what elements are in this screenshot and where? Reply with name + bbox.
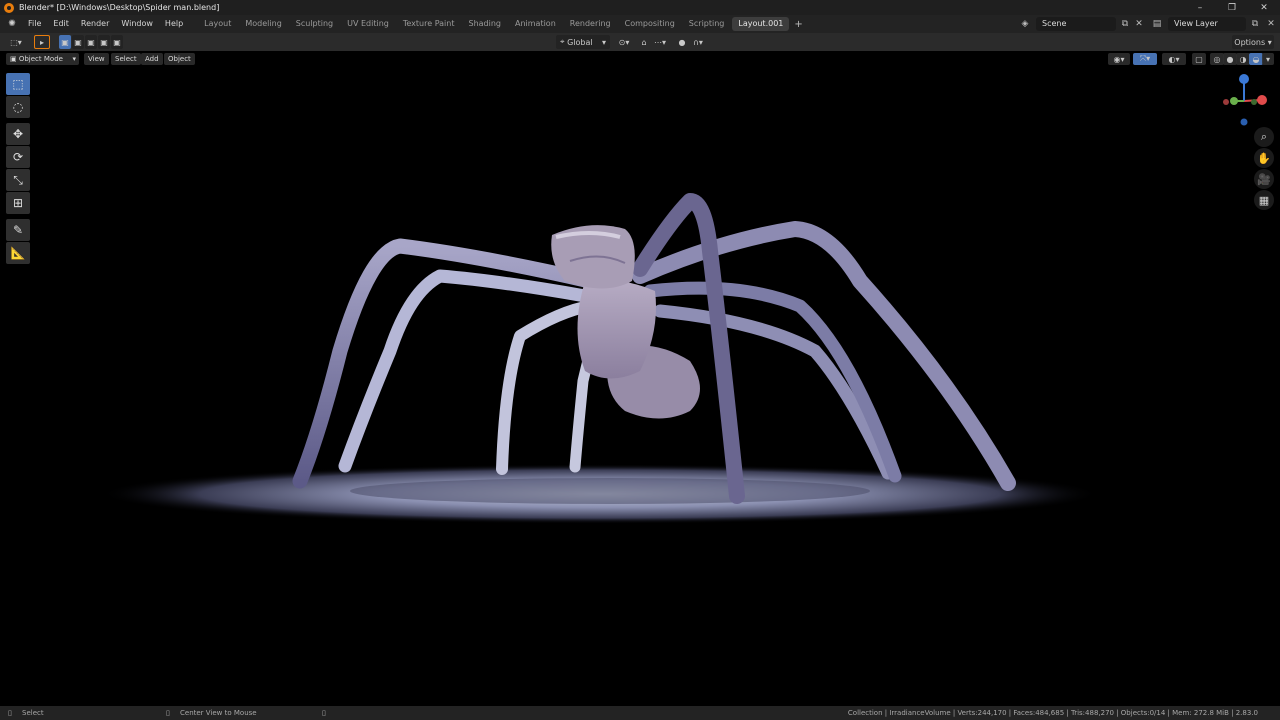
wireframe-shading-icon[interactable]: ◎ — [1210, 53, 1224, 65]
move-tool-icon[interactable]: ✥ — [6, 123, 30, 145]
status-left-action: Select — [22, 709, 44, 717]
select-box-tool-icon[interactable]: ⬚ — [6, 73, 30, 95]
select-invert-icon[interactable]: ▣ — [98, 35, 110, 49]
tab-layout-001[interactable]: Layout.001 — [732, 17, 790, 31]
status-bar: ▯ Select ▯ Center View to Mouse ▯ Collec… — [0, 706, 1280, 720]
transform-orientation-dropdown[interactable]: ⌖ Global ▾ — [556, 35, 610, 49]
options-dropdown[interactable]: Options ▾ — [1232, 35, 1274, 49]
tab-uv-editing[interactable]: UV Editing — [341, 17, 395, 31]
delete-scene-icon[interactable]: ✕ — [1132, 17, 1146, 31]
tab-scripting[interactable]: Scripting — [683, 17, 731, 31]
shading-options-icon[interactable]: ▾ — [1262, 53, 1274, 65]
mouse-right-icon: ▯ — [322, 709, 326, 717]
xray-toggle-icon[interactable]: ▢ — [1192, 53, 1206, 65]
tool-shelf: ⬚ ◌ ✥ ⟳ ⤡ ⊞ ✎ 📐 — [6, 73, 32, 265]
rendered-shading-icon[interactable]: ◒ — [1249, 53, 1263, 65]
menu-render[interactable]: Render — [75, 15, 115, 33]
editor-type-icon[interactable]: ⬚▾ — [6, 35, 26, 49]
spider-shadow — [350, 478, 870, 504]
top-bar: ✺ File Edit Render Window Help Layout Mo… — [0, 15, 1280, 33]
tab-texture-paint[interactable]: Texture Paint — [397, 17, 461, 31]
select-new-icon[interactable]: ▣ — [59, 35, 71, 49]
blender-logo-icon — [4, 2, 14, 13]
3d-viewport[interactable]: ▣ Object Mode ▾ View Select Add Object ◉▾… — [0, 51, 1280, 706]
x-axis-icon[interactable] — [1257, 95, 1267, 105]
y-axis-icon[interactable] — [1230, 97, 1238, 105]
minimize-button[interactable]: – — [1184, 0, 1216, 15]
mode-icon: ▣ — [10, 55, 19, 63]
measure-tool-icon[interactable]: 📐 — [6, 242, 30, 264]
chevron-down-icon: ▾ — [601, 37, 606, 47]
viewport-header: ▣ Object Mode ▾ View Select Add Object ◉▾… — [0, 51, 1280, 67]
gizmo-toggle-icon[interactable]: ⤧▾ — [1133, 53, 1157, 65]
cursor-tool-icon[interactable]: ◌ — [6, 96, 30, 118]
mouse-middle-icon: ▯ — [166, 709, 170, 717]
overlays-icon[interactable]: ◐▾ — [1162, 53, 1186, 65]
object-visibility-icon[interactable]: ◉▾ — [1108, 53, 1130, 65]
view-menu[interactable]: View — [84, 53, 109, 65]
add-workspace-button[interactable]: + — [790, 19, 806, 30]
select-intersect-icon[interactable]: ▣ — [111, 35, 123, 49]
tab-compositing[interactable]: Compositing — [619, 17, 681, 31]
options-label: Options — [1234, 37, 1266, 47]
delete-view-layer-icon[interactable]: ✕ — [1264, 17, 1278, 31]
select-menu[interactable]: Select — [111, 53, 141, 65]
proportional-edit-icon[interactable]: ● — [676, 35, 688, 49]
tab-rendering[interactable]: Rendering — [564, 17, 617, 31]
window-controls: – ❐ ✕ — [1184, 0, 1280, 15]
perspective-grid-icon[interactable]: ▦ — [1254, 190, 1274, 210]
orientation-icon: ⌖ — [560, 37, 568, 46]
transform-tool-icon[interactable]: ⊞ — [6, 192, 30, 214]
view-layer-field[interactable]: View Layer — [1168, 17, 1246, 31]
z-axis-icon[interactable] — [1239, 74, 1249, 84]
select-subtract-icon[interactable]: ▣ — [85, 35, 97, 49]
object-menu[interactable]: Object — [164, 53, 195, 65]
menu-edit[interactable]: Edit — [47, 15, 75, 33]
tab-modeling[interactable]: Modeling — [239, 17, 287, 31]
tool-header: ⬚▾ ▸ ▣ ▣ ▣ ▣ ▣ ⌖ Global ▾ ⊙▾ ⌂ ⋯▾ ● ∩▾ O… — [0, 33, 1280, 51]
tab-layout[interactable]: Layout — [198, 17, 237, 31]
annotate-tool-icon[interactable]: ✎ — [6, 219, 30, 241]
window-title: Blender* [D:\Windows\Desktop\Spider man.… — [19, 3, 220, 12]
blender-menu-icon[interactable]: ✺ — [5, 18, 19, 30]
maximize-button[interactable]: ❐ — [1216, 0, 1248, 15]
scene-statistics: Collection | IrradianceVolume | Verts:24… — [847, 709, 1258, 717]
tab-shading[interactable]: Shading — [462, 17, 507, 31]
window-title-bar: Blender* [D:\Windows\Desktop\Spider man.… — [0, 0, 1280, 15]
material-shading-icon[interactable]: ◑ — [1236, 53, 1250, 65]
tab-animation[interactable]: Animation — [509, 17, 562, 31]
status-middle-action: Center View to Mouse — [180, 709, 257, 717]
solid-shading-icon[interactable]: ● — [1223, 53, 1237, 65]
menu-help[interactable]: Help — [159, 15, 189, 33]
scale-tool-icon[interactable]: ⤡ — [6, 169, 30, 191]
snap-target-icon[interactable]: ⋯▾ — [651, 35, 669, 49]
snap-icon[interactable]: ⌂ — [637, 35, 651, 49]
menu-window[interactable]: Window — [115, 15, 159, 33]
close-button[interactable]: ✕ — [1248, 0, 1280, 15]
select-tool-icon[interactable]: ▸ — [34, 35, 50, 49]
object-mode-dropdown[interactable]: ▣ Object Mode ▾ — [6, 53, 79, 65]
orientation-value: Global — [567, 37, 593, 47]
menu-file[interactable]: File — [22, 15, 47, 33]
camera-view-icon[interactable]: 🎥 — [1254, 169, 1274, 189]
new-view-layer-icon[interactable]: ⧉ — [1248, 17, 1262, 31]
rotate-tool-icon[interactable]: ⟳ — [6, 146, 30, 168]
pan-hand-icon[interactable]: ✋ — [1254, 148, 1274, 168]
navigation-gizmo[interactable] — [1218, 71, 1272, 127]
mouse-left-icon: ▯ — [8, 709, 12, 717]
pivot-point-icon[interactable]: ⊙▾ — [614, 35, 634, 49]
chevron-down-icon: ▾ — [72, 55, 76, 63]
zoom-icon[interactable]: ⌕ — [1254, 127, 1274, 147]
scene-icon[interactable]: ◈ — [1018, 17, 1032, 31]
object-mode-label: Object Mode — [18, 55, 63, 63]
add-menu[interactable]: Add — [141, 53, 163, 65]
view-layer-icon[interactable]: ▤ — [1150, 17, 1164, 31]
viewport-render — [100, 193, 1100, 524]
select-extend-icon[interactable]: ▣ — [72, 35, 84, 49]
tab-sculpting[interactable]: Sculpting — [290, 17, 339, 31]
new-scene-icon[interactable]: ⧉ — [1118, 17, 1132, 31]
falloff-icon[interactable]: ∩▾ — [689, 35, 707, 49]
navigation-tools: ⌕ ✋ 🎥 ▦ — [1254, 127, 1274, 211]
scene-name-field[interactable]: Scene — [1036, 17, 1116, 31]
